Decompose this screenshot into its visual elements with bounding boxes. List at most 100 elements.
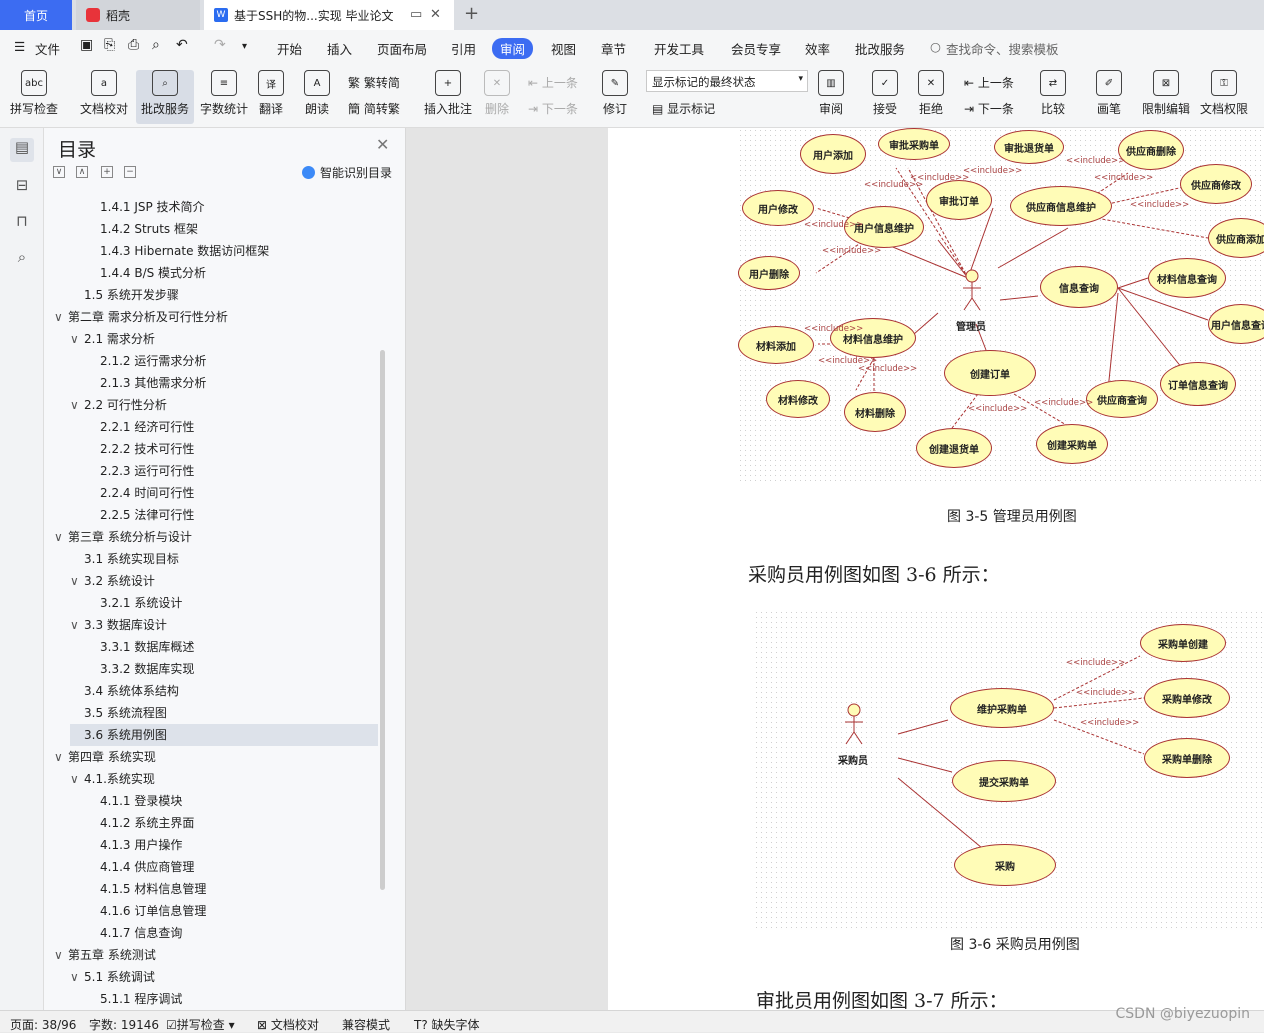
- minus-icon[interactable]: −: [124, 166, 136, 178]
- toc-item[interactable]: 2.2.4 时间可行性: [50, 482, 194, 504]
- doc-permission-button[interactable]: ⚿ 文档权限: [1200, 70, 1248, 117]
- expand-up-icon[interactable]: ∧: [76, 166, 88, 178]
- simp-to-trad-button[interactable]: 簡 简转繁: [348, 100, 400, 117]
- bookmark-icon[interactable]: ⊓: [12, 212, 32, 232]
- toc-item[interactable]: ∨ 第五章 系统测试: [50, 944, 156, 966]
- toc-item[interactable]: 2.1.3 其他需求分析: [50, 372, 206, 394]
- menu-start[interactable]: 开始: [277, 39, 302, 58]
- status-doc-check[interactable]: ⊠ 文档校对: [257, 1016, 319, 1033]
- toc-item[interactable]: ∨ 第三章 系统分析与设计: [50, 526, 192, 548]
- insert-comment-button[interactable]: + 插入批注: [424, 70, 472, 117]
- collapse-all-icon[interactable]: ∨: [53, 166, 65, 178]
- delete-comment-button[interactable]: ✕ 删除: [484, 70, 510, 117]
- new-tab-button[interactable]: +: [464, 3, 479, 24]
- missing-font[interactable]: T? 缺失字体: [414, 1016, 480, 1033]
- export-icon[interactable]: ⎘: [104, 37, 115, 53]
- toc-item[interactable]: ∨ 2.1 需求分析: [50, 328, 155, 350]
- next-change-button[interactable]: ⇥ 下一条: [964, 100, 1014, 117]
- toc-item[interactable]: ∨ 第四章 系统实现: [50, 746, 156, 768]
- show-markup-button[interactable]: ▤ 显示标记: [652, 100, 715, 117]
- compare-button[interactable]: ⇄ 比较: [1040, 70, 1066, 117]
- menu-devtools[interactable]: 开发工具: [654, 39, 704, 58]
- undo-icon[interactable]: ↶: [176, 37, 188, 53]
- menu-view[interactable]: 视图: [551, 39, 576, 58]
- correction-service-button[interactable]: ⌕ 批改服务: [136, 70, 194, 124]
- menu-insert[interactable]: 插入: [327, 39, 352, 58]
- toc-item[interactable]: 4.1.2 系统主界面: [50, 812, 194, 834]
- chevron-down-icon[interactable]: ∨: [54, 526, 68, 548]
- plus-icon[interactable]: +: [101, 166, 113, 178]
- save-icon[interactable]: ▣: [80, 37, 93, 53]
- tab-daoke[interactable]: 稻壳: [76, 0, 200, 30]
- prev-change-button[interactable]: ⇤ 上一条: [964, 74, 1014, 91]
- toc-item[interactable]: 4.1.4 供应商管理: [50, 856, 194, 878]
- status-spell-check[interactable]: ☑拼写检查 ▾: [166, 1016, 235, 1033]
- accept-button[interactable]: ✓ 接受: [872, 70, 898, 117]
- toc-item[interactable]: ∨ 4.1.系统实现: [50, 768, 155, 790]
- search-panel-icon[interactable]: ⌕: [12, 248, 32, 268]
- chevron-down-icon[interactable]: ∨: [70, 614, 84, 636]
- menu-layout[interactable]: 页面布局: [377, 39, 427, 58]
- markup-state-select[interactable]: 显示标记的最终状态 ▾: [646, 70, 808, 92]
- toc-item[interactable]: 4.1.3 用户操作: [50, 834, 182, 856]
- quick-access-chevron-icon[interactable]: ▾: [242, 41, 247, 52]
- chevron-down-icon[interactable]: ∨: [54, 746, 68, 768]
- toc-item[interactable]: ∨ 5.1 系统调试: [50, 966, 155, 988]
- close-icon[interactable]: ✕: [376, 135, 389, 154]
- toc-item[interactable]: 3.3.1 数据库概述: [50, 636, 194, 658]
- toc-item[interactable]: 4.1.1 登录模块: [50, 790, 182, 812]
- toc-item[interactable]: 1.5 系统开发步骤: [50, 284, 179, 306]
- chevron-down-icon[interactable]: ∨: [70, 570, 84, 592]
- read-aloud-button[interactable]: A 朗读: [304, 70, 330, 117]
- doc-check-button[interactable]: a 文档校对: [80, 70, 128, 117]
- toc-item[interactable]: 2.2.1 经济可行性: [50, 416, 194, 438]
- print-icon[interactable]: ⎙: [128, 37, 139, 53]
- toc-scrollbar[interactable]: [380, 350, 385, 890]
- toc-item[interactable]: 1.4.1 JSP 技术简介: [50, 196, 205, 218]
- toc-item[interactable]: 2.2.2 技术可行性: [50, 438, 194, 460]
- next-comment-button[interactable]: ⇥ 下一条: [528, 100, 578, 117]
- toc-item[interactable]: 4.1.6 订单信息管理: [50, 900, 206, 922]
- toc-item[interactable]: 2.2.5 法律可行性: [50, 504, 194, 526]
- toc-item[interactable]: ∨ 2.2 可行性分析: [50, 394, 167, 416]
- menu-file[interactable]: 文件: [35, 39, 60, 58]
- track-changes-button[interactable]: ✎ 修订: [602, 70, 628, 117]
- toc-item[interactable]: ∨ 3.2 系统设计: [50, 570, 155, 592]
- tab-document[interactable]: W 基于SSH的物...实现 毕业论文 ▭ ✕: [204, 0, 454, 30]
- redo-icon[interactable]: ↷: [214, 37, 226, 53]
- reject-button[interactable]: ✕ 拒绝: [918, 70, 944, 117]
- page-indicator[interactable]: 页面: 38/96: [10, 1016, 76, 1033]
- chevron-down-icon[interactable]: ∨: [70, 768, 84, 790]
- menu-reference[interactable]: 引用: [451, 39, 476, 58]
- toc-item[interactable]: ∨ 第二章 需求分析及可行性分析: [50, 306, 228, 328]
- menu-review[interactable]: 审阅: [492, 38, 534, 59]
- word-count-button[interactable]: ≡ 字数统计: [200, 70, 248, 117]
- word-count[interactable]: 字数: 19146: [89, 1016, 159, 1033]
- command-search[interactable]: 查找命令、搜索模板: [946, 39, 1059, 58]
- toc-item[interactable]: 3.1 系统实现目标: [50, 548, 179, 570]
- toc-item[interactable]: 2.1.2 运行需求分析: [50, 350, 206, 372]
- toc-item[interactable]: 1.4.2 Struts 框架: [50, 218, 198, 240]
- pen-button[interactable]: ✐ 画笔: [1096, 70, 1122, 117]
- close-tab-icon[interactable]: ✕: [430, 7, 441, 22]
- restrict-edit-button[interactable]: ⊠ 限制编辑: [1142, 70, 1190, 117]
- toc-item[interactable]: 2.2.3 运行可行性: [50, 460, 194, 482]
- chevron-down-icon[interactable]: ∨: [70, 966, 84, 988]
- menu-efficiency[interactable]: 效率: [805, 39, 830, 58]
- chevron-down-icon[interactable]: ∨: [54, 306, 68, 328]
- menu-correction[interactable]: 批改服务: [855, 39, 905, 58]
- chevron-down-icon[interactable]: ∨: [54, 944, 68, 966]
- chevron-down-icon[interactable]: ∨: [70, 394, 84, 416]
- hamburger-icon[interactable]: ☰: [14, 39, 25, 54]
- toc-item[interactable]: 1.4.4 B/S 模式分析: [50, 262, 206, 284]
- smart-toc-button[interactable]: 智能识别目录: [302, 164, 392, 181]
- toc-item[interactable]: 3.6 系统用例图: [70, 724, 378, 746]
- menu-chapter[interactable]: 章节: [601, 39, 626, 58]
- toc-icon[interactable]: ▤: [10, 138, 34, 162]
- pin-icon[interactable]: ▭: [410, 7, 422, 22]
- spell-check-button[interactable]: abc 拼写检查: [10, 70, 58, 117]
- toc-item[interactable]: 3.3.2 数据库实现: [50, 658, 194, 680]
- toc-item[interactable]: 1.4.3 Hibernate 数据访问框架: [50, 240, 269, 262]
- review-pane-button[interactable]: ▥ 审阅: [818, 70, 844, 117]
- preview-icon[interactable]: ⌕: [152, 37, 160, 53]
